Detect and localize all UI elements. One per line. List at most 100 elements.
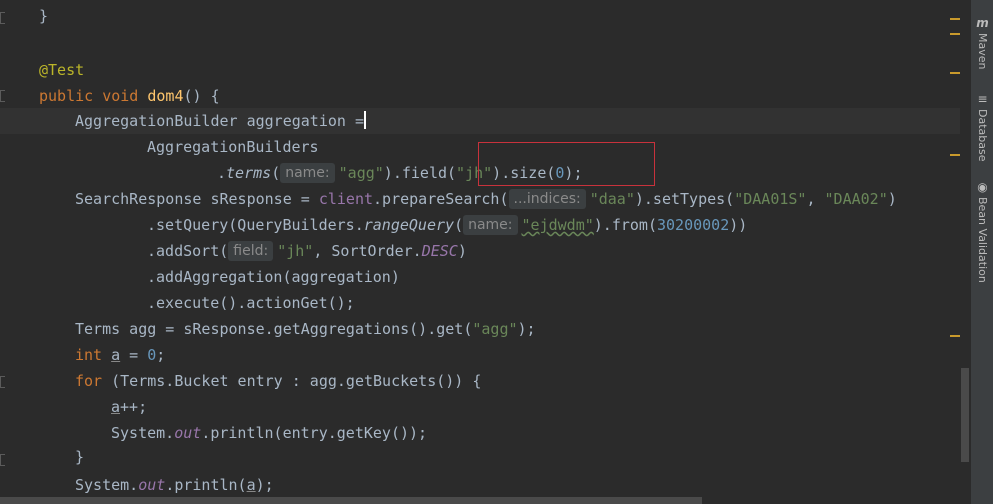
number-literal: 0	[147, 346, 157, 364]
static-field: out	[174, 424, 202, 442]
warning-marker[interactable]	[950, 33, 960, 35]
text-caret	[364, 111, 366, 129]
code-line-8: SearchResponse sResponse = client.prepar…	[75, 186, 897, 212]
code-line-19: System.out.println(a);	[75, 472, 274, 498]
code-text: ).from(	[593, 216, 657, 234]
code-text: .addSort(	[147, 242, 229, 260]
code-text: (Terms.Bucket entry : agg.getBuckets()) …	[102, 372, 482, 390]
code-text: )	[887, 190, 897, 208]
closing-brace: }	[75, 448, 85, 466]
error-stripe[interactable]	[950, 0, 960, 504]
gutter[interactable]	[0, 0, 14, 504]
code-text: ;	[156, 346, 166, 364]
warning-marker[interactable]	[950, 154, 960, 156]
code-text: System.	[111, 424, 175, 442]
string-literal: "ejdwdm"	[521, 216, 594, 234]
code-line-4: public void dom4() {	[39, 83, 220, 109]
test-annotation: @Test	[39, 61, 85, 79]
code-text: .execute().actionGet();	[147, 294, 355, 312]
horizontal-scrollbar[interactable]	[0, 497, 702, 504]
parameter-hint: ...indices:	[508, 189, 586, 209]
code-text: ,	[806, 190, 825, 208]
code-text: .setQuery(QueryBuilders.	[147, 216, 364, 234]
code-line-12: .execute().actionGet();	[147, 290, 355, 316]
variable-name: aggregation	[246, 112, 346, 130]
string-literal: "DAA01S"	[734, 190, 807, 208]
code-text: .addAggregation(aggregation)	[147, 268, 400, 286]
fold-marker[interactable]	[0, 90, 5, 102]
fold-marker[interactable]	[0, 12, 5, 24]
fold-marker[interactable]	[0, 376, 5, 388]
static-field: out	[138, 476, 166, 494]
keyword-for: for	[75, 372, 103, 390]
parameter-hint: field:	[228, 241, 274, 261]
maven-icon: m	[976, 16, 989, 30]
code-line-15: for (Terms.Bucket entry : agg.getBuckets…	[75, 368, 481, 394]
code-line-14: int a = 0;	[75, 342, 165, 368]
code-text: SearchResponse sResponse =	[75, 190, 319, 208]
keyword-void: void	[102, 87, 139, 105]
code-text: ).field(	[383, 164, 457, 182]
warning-marker[interactable]	[950, 18, 960, 20]
string-literal: "DAA02"	[824, 190, 888, 208]
code-line-17: System.out.println(entry.getKey());	[111, 420, 427, 446]
code-text: .println(entry.getKey());	[201, 424, 428, 442]
static-method-call: rangeQuery	[363, 216, 455, 234]
code-text: AggregationBuilders	[147, 138, 319, 156]
tool-window-label: Maven	[976, 33, 989, 70]
type-name: AggregationBuilder	[75, 112, 238, 130]
parameter-hint: name:	[280, 163, 335, 183]
closing-brace: }	[39, 7, 49, 25]
code-text: .println(	[165, 476, 247, 494]
code-line-11: .addAggregation(aggregation)	[147, 264, 400, 290]
assignment-operator: =	[345, 112, 364, 130]
database-icon: ≡	[977, 92, 988, 106]
bean-validation-tool-button[interactable]: ◉ Bean Validation	[971, 180, 993, 283]
code-text: ).setTypes(	[634, 190, 735, 208]
code-line-5: AggregationBuilder aggregation =	[0, 108, 960, 134]
code-text: .prepareSearch(	[373, 190, 509, 208]
variable-name: a	[246, 476, 256, 494]
parameter-hint: name:	[463, 215, 518, 235]
code-text: );	[517, 320, 536, 338]
code-editor[interactable]: } @Test public void dom4() { Aggregation…	[0, 0, 960, 504]
code-line-13: Terms agg = sResponse.getAggregations().…	[75, 316, 536, 342]
tool-window-label: Database	[976, 109, 989, 162]
tool-window-bar: m Maven ≡ Database ◉ Bean Validation	[970, 0, 993, 504]
field-reference: client	[318, 190, 374, 208]
string-literal: "agg"	[472, 320, 518, 338]
code-text: , SortOrder.	[313, 242, 422, 260]
bean-validation-icon: ◉	[977, 180, 988, 194]
keyword-public: public	[39, 87, 94, 105]
static-method-call: terms	[226, 164, 272, 182]
code-text: =	[120, 346, 148, 364]
warning-marker[interactable]	[950, 335, 960, 337]
code-line-18: }	[75, 444, 84, 470]
keyword-int: int	[75, 346, 103, 364]
method-signature-rest: () {	[183, 87, 220, 105]
fold-marker[interactable]	[0, 454, 5, 466]
vertical-scrollbar[interactable]	[961, 368, 969, 462]
maven-tool-button[interactable]: m Maven	[971, 16, 993, 69]
database-tool-button[interactable]: ≡ Database	[971, 92, 993, 162]
enum-constant: DESC	[421, 242, 458, 260]
code-text: ))	[729, 216, 748, 234]
code-text: Terms agg = sResponse.getAggregations().…	[75, 320, 473, 338]
method-name: dom4	[147, 87, 184, 105]
code-line-16: a++;	[111, 394, 147, 420]
code-text: .	[217, 164, 227, 182]
number-literal: 30200002	[656, 216, 730, 234]
code-text: (	[271, 164, 281, 182]
code-line-6: AggregationBuilders	[147, 134, 319, 160]
variable-name: a	[111, 346, 121, 364]
code-text: );	[255, 476, 274, 494]
warning-marker[interactable]	[950, 72, 960, 74]
code-text: (	[454, 216, 464, 234]
string-literal: "jh"	[277, 242, 314, 260]
code-text: ++;	[120, 398, 148, 416]
code-line-10: .addSort(field: "jh", SortOrder.DESC)	[147, 238, 467, 264]
highlight-box	[478, 142, 655, 186]
tool-window-label: Bean Validation	[976, 197, 989, 283]
code-line-9: .setQuery(QueryBuilders.rangeQuery(name:…	[147, 212, 747, 238]
string-literal: "daa"	[589, 190, 635, 208]
